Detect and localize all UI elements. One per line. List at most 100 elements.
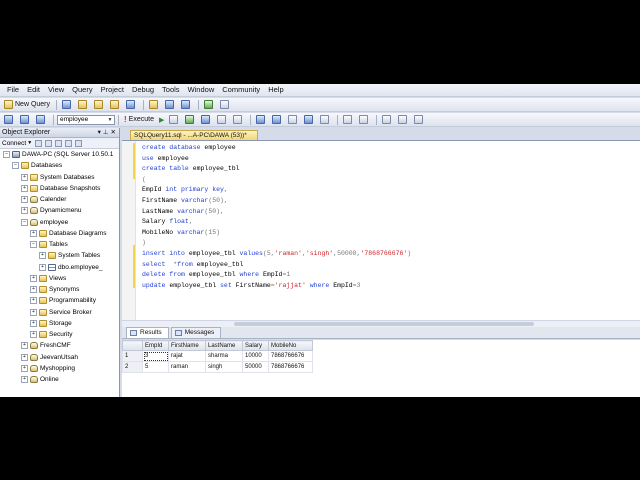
- tree-node[interactable]: − employee: [0, 217, 119, 228]
- table-cell[interactable]: 10000: [242, 350, 269, 362]
- database-engine-query-button[interactable]: [60, 99, 75, 111]
- expand-icon[interactable]: +: [30, 331, 37, 339]
- menu-file[interactable]: File: [3, 84, 23, 96]
- tree-node[interactable]: + Synonyms: [0, 284, 119, 295]
- table-row[interactable]: 1 3 rajat sharma 10000 7868766676: [122, 350, 313, 362]
- results-to-grid-button[interactable]: [302, 114, 317, 126]
- intellisense-button[interactable]: [231, 114, 246, 126]
- table-cell[interactable]: 5: [142, 361, 169, 373]
- pin-icon[interactable]: ▾: [98, 128, 101, 137]
- tree-node[interactable]: + System Databases: [0, 172, 119, 183]
- query-editor[interactable]: create database employee use employee crea…: [122, 140, 640, 320]
- toolbar-options-button[interactable]: [218, 99, 233, 111]
- expand-icon[interactable]: +: [21, 173, 28, 181]
- tree-node[interactable]: − Tables: [0, 239, 119, 250]
- chevron-down-icon[interactable]: ▼: [27, 140, 32, 146]
- expand-icon[interactable]: +: [21, 207, 28, 215]
- tab-results[interactable]: Results: [126, 327, 169, 338]
- increase-indent-button[interactable]: [396, 114, 411, 126]
- autohide-icon[interactable]: ⊥: [103, 128, 109, 137]
- tree-node[interactable]: + Database Diagrams: [0, 228, 119, 239]
- code-line[interactable]: Salary float,: [142, 217, 193, 227]
- debug-button[interactable]: ▶: [157, 114, 166, 126]
- code-line[interactable]: (: [142, 175, 146, 185]
- available-databases-select[interactable]: employee ▼: [57, 114, 115, 125]
- connect-server-icon[interactable]: [35, 139, 43, 147]
- menu-window[interactable]: Window: [184, 84, 219, 96]
- connect-button[interactable]: [2, 114, 17, 126]
- expand-icon[interactable]: +: [30, 274, 37, 282]
- tree-node[interactable]: + FreshCMF: [0, 340, 119, 351]
- expand-icon[interactable]: +: [21, 376, 28, 384]
- filter-icon[interactable]: [65, 139, 73, 147]
- column-header-firstname[interactable]: FirstName: [168, 340, 206, 351]
- collapse-icon[interactable]: −: [21, 218, 28, 226]
- code-line[interactable]: FirstName varchar(50),: [142, 196, 228, 206]
- tree-node[interactable]: − Databases: [0, 160, 119, 171]
- results-to-text-button[interactable]: [286, 114, 301, 126]
- tree-node[interactable]: + Database Snapshots: [0, 183, 119, 194]
- table-cell[interactable]: raman: [168, 361, 206, 373]
- expand-icon[interactable]: +: [21, 184, 28, 192]
- table-row[interactable]: 2 5 raman singh 50000 7868766676: [122, 361, 313, 373]
- connect-dropdown[interactable]: Connect: [2, 140, 26, 147]
- collapse-icon[interactable]: −: [30, 241, 37, 249]
- change-connection-button[interactable]: [34, 114, 49, 126]
- tree-node[interactable]: + Myshopping: [0, 363, 119, 374]
- xmla-query-button[interactable]: [124, 99, 139, 111]
- display-plan-button[interactable]: [199, 114, 214, 126]
- tree-node[interactable]: + Security: [0, 329, 119, 340]
- menu-edit[interactable]: Edit: [23, 84, 44, 96]
- table-cell[interactable]: sharma: [205, 350, 243, 362]
- tab-messages[interactable]: Messages: [170, 327, 222, 338]
- parse-button[interactable]: [183, 114, 198, 126]
- table-cell[interactable]: rajat: [168, 350, 206, 362]
- menu-community[interactable]: Community: [218, 84, 264, 96]
- menu-debug[interactable]: Debug: [128, 84, 158, 96]
- analysis-query-button[interactable]: [76, 99, 91, 111]
- table-cell[interactable]: 50000: [242, 361, 269, 373]
- expand-icon[interactable]: +: [30, 297, 37, 305]
- tree-node[interactable]: + Storage: [0, 318, 119, 329]
- tree-node[interactable]: + Programmability: [0, 295, 119, 306]
- include-actual-plan-button[interactable]: [254, 114, 269, 126]
- comment-button[interactable]: [341, 114, 356, 126]
- save-button[interactable]: [163, 99, 178, 111]
- expand-icon[interactable]: +: [30, 308, 37, 316]
- code-line[interactable]: update employee_tbl set FirstName='rajja…: [142, 281, 361, 291]
- dmx-query-button[interactable]: [108, 99, 123, 111]
- collapse-icon[interactable]: −: [3, 151, 10, 159]
- code-line[interactable]: MobileNo varchar(15): [142, 228, 220, 238]
- new-query-button[interactable]: New Query: [2, 99, 52, 111]
- tree-node[interactable]: + Dynamicmenu: [0, 205, 119, 216]
- open-file-button[interactable]: [147, 99, 162, 111]
- collapse-icon[interactable]: −: [12, 162, 19, 170]
- save-all-button[interactable]: [179, 99, 194, 111]
- expand-icon[interactable]: +: [21, 364, 28, 372]
- row-number[interactable]: 2: [122, 361, 143, 373]
- close-icon[interactable]: ✕: [111, 128, 116, 137]
- tree-node[interactable]: + System Tables: [0, 250, 119, 261]
- code-line[interactable]: create table employee_tbl: [142, 164, 240, 174]
- tree-node[interactable]: + Calender: [0, 194, 119, 205]
- expand-icon[interactable]: +: [21, 353, 28, 361]
- column-header-mobileno[interactable]: MobileNo: [268, 340, 313, 351]
- client-statistics-button[interactable]: [270, 114, 285, 126]
- tree-node[interactable]: + JeevanUtsah: [0, 352, 119, 363]
- expand-icon[interactable]: +: [30, 319, 37, 327]
- table-cell[interactable]: 3: [142, 350, 169, 362]
- stop-icon[interactable]: [55, 139, 63, 147]
- row-number[interactable]: 1: [122, 350, 143, 362]
- expand-icon[interactable]: +: [39, 252, 46, 260]
- mdx-query-button[interactable]: [92, 99, 107, 111]
- menu-help[interactable]: Help: [264, 84, 287, 96]
- menu-project[interactable]: Project: [97, 84, 128, 96]
- menu-view[interactable]: View: [44, 84, 68, 96]
- column-header-empid[interactable]: EmpId: [142, 340, 169, 351]
- scrollbar-thumb[interactable]: [234, 322, 534, 326]
- uncomment-button[interactable]: [357, 114, 372, 126]
- table-cell[interactable]: singh: [205, 361, 243, 373]
- code-line[interactable]: select *from employee_tbl: [142, 260, 243, 270]
- specify-values-button[interactable]: [412, 114, 427, 126]
- tree-node[interactable]: + dbo.employee_: [0, 262, 119, 273]
